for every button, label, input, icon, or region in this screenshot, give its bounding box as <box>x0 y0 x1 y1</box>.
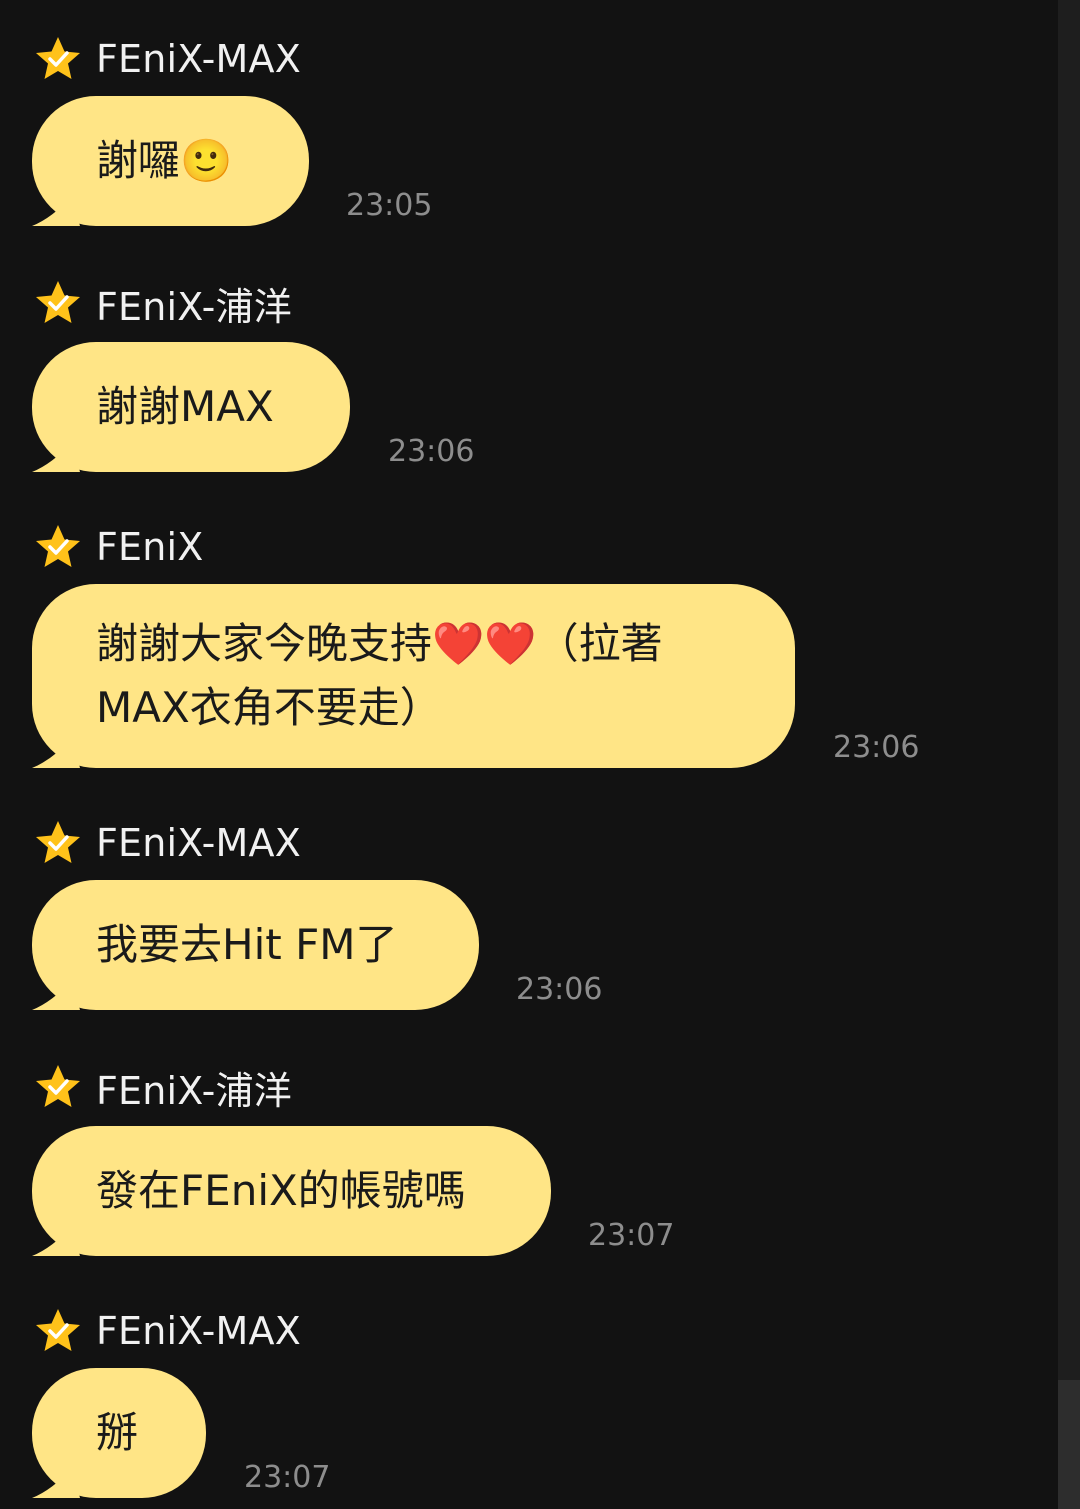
message-bubble[interactable]: 謝謝MAX <box>32 342 350 472</box>
message-sender[interactable]: FEniX-MAX <box>34 1306 301 1356</box>
chat-message: FEniX-浦洋 謝謝MAX 23:06 <box>0 278 1058 478</box>
star-check-icon <box>36 37 80 79</box>
message-time: 23:07 <box>588 1218 675 1253</box>
sender-name: FEniX <box>96 525 204 569</box>
message-sender[interactable]: FEniX-浦洋 <box>34 1062 292 1113</box>
message-text: 掰 <box>96 1408 139 1457</box>
sender-name: FEniX-浦洋 <box>96 284 292 329</box>
scrollbar-thumb[interactable] <box>1058 1380 1080 1509</box>
chat-message: FEniX-浦洋 發在FEniX的帳號嗎 23:07 <box>0 1062 1058 1262</box>
message-time: 23:07 <box>244 1460 331 1495</box>
chat-message: FEniX-MAX 謝囉🙂 23:05 <box>0 34 1058 234</box>
star-check-icon <box>36 1065 80 1107</box>
bubble-tail <box>32 980 80 1010</box>
bubble-tail <box>32 738 80 768</box>
scrollbar-track[interactable] <box>1058 0 1080 1509</box>
message-bubble[interactable]: 掰 <box>32 1368 206 1498</box>
star-check-icon <box>36 1309 80 1351</box>
star-check-icon <box>36 525 80 567</box>
message-time: 23:05 <box>346 188 433 223</box>
message-sender[interactable]: FEniX-MAX <box>34 34 301 84</box>
message-sender[interactable]: FEniX-MAX <box>34 818 301 868</box>
bubble-tail <box>32 196 80 226</box>
message-bubble[interactable]: 我要去Hit FM了 <box>32 880 479 1010</box>
bubble-tail <box>32 442 80 472</box>
chat-message: FEniX-MAX 掰 23:07 <box>0 1306 1058 1506</box>
sender-name: FEniX-MAX <box>96 821 301 865</box>
message-time: 23:06 <box>388 434 475 469</box>
message-sender[interactable]: FEniX <box>34 522 204 572</box>
chat-message: FEniX-MAX 我要去Hit FM了 23:06 <box>0 818 1058 1018</box>
star-check-icon <box>36 821 80 863</box>
message-text: 發在FEniX的帳號嗎 <box>96 1166 466 1215</box>
message-bubble[interactable]: 謝囉🙂 <box>32 96 309 226</box>
bubble-tail <box>32 1226 80 1256</box>
message-time: 23:06 <box>833 730 920 765</box>
message-bubble[interactable]: 謝謝大家今晚支持❤️❤️（拉著 MAX衣角不要走） <box>32 584 795 768</box>
message-text: 謝謝MAX <box>96 382 274 431</box>
chat-message-list[interactable]: FEniX-MAX 謝囉🙂 23:05 FEniX-浦洋 謝謝MAX 23:06 <box>0 0 1058 1509</box>
sender-name: FEniX-MAX <box>96 1309 301 1353</box>
bubble-tail <box>32 1468 80 1498</box>
message-text: 謝謝大家今晚支持❤️❤️（拉著 MAX衣角不要走） <box>96 619 663 732</box>
star-check-icon <box>36 281 80 323</box>
message-sender[interactable]: FEniX-浦洋 <box>34 278 292 329</box>
message-bubble[interactable]: 發在FEniX的帳號嗎 <box>32 1126 551 1256</box>
chat-message: FEniX 謝謝大家今晚支持❤️❤️（拉著 MAX衣角不要走） 23:06 <box>0 522 1058 782</box>
sender-name: FEniX-MAX <box>96 37 301 81</box>
message-time: 23:06 <box>516 972 603 1007</box>
sender-name: FEniX-浦洋 <box>96 1068 292 1113</box>
message-text: 謝囉🙂 <box>96 136 233 185</box>
message-text: 我要去Hit FM了 <box>96 920 398 969</box>
